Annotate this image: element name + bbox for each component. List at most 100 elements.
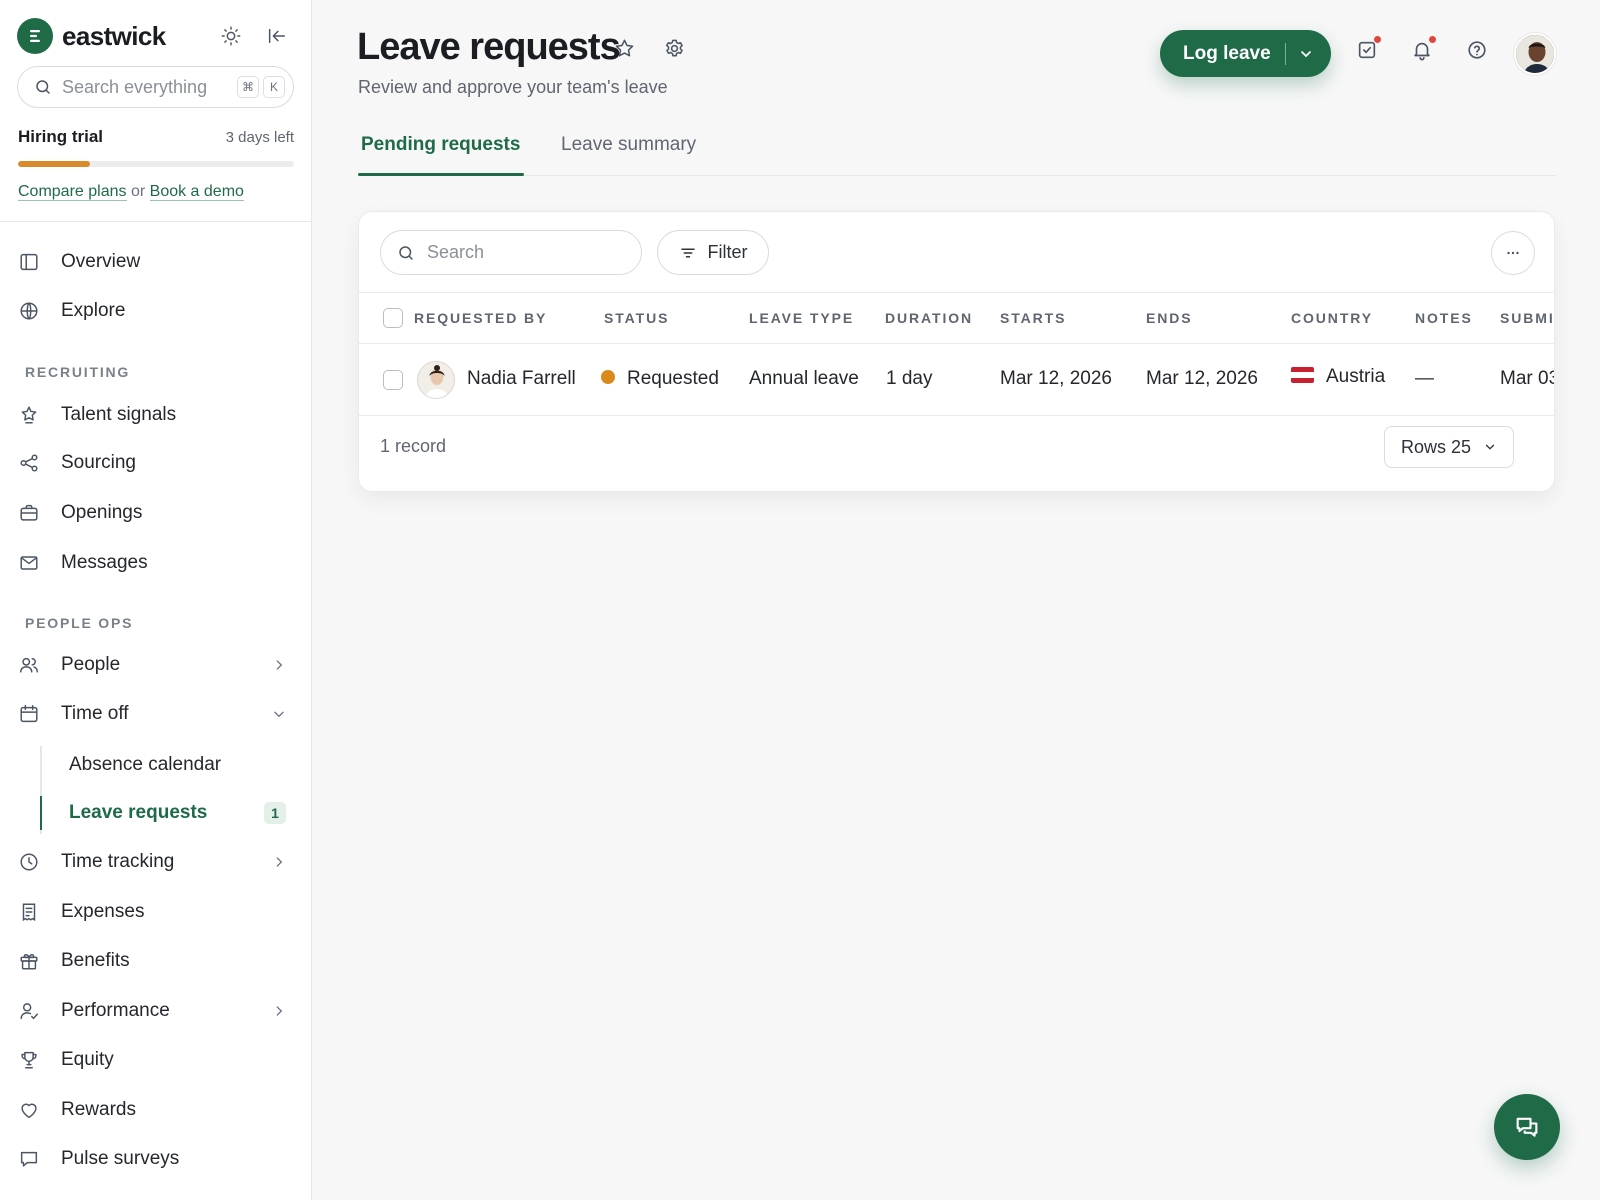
requester-avatar-image <box>418 362 454 398</box>
column-header-notes[interactable]: NOTES <box>1415 310 1473 326</box>
notes-cell: — <box>1415 368 1434 389</box>
sidebar-item-label: Rewards <box>61 1099 136 1120</box>
notifications-bell-icon[interactable] <box>1410 36 1436 62</box>
rows-per-page-select[interactable]: Rows 25 <box>1384 426 1514 468</box>
user-avatar[interactable] <box>1514 33 1556 75</box>
brand-mark-icon <box>30 30 40 42</box>
requester-name[interactable]: Nadia Farrell <box>467 368 576 390</box>
log-leave-label: Log leave <box>1183 42 1271 64</box>
column-header-ends[interactable]: ENDS <box>1146 310 1193 326</box>
split-divider <box>1284 42 1286 65</box>
select-all-checkbox[interactable] <box>383 308 403 328</box>
sidebar-item-sourcing[interactable]: Sourcing <box>18 443 294 483</box>
hiring-trial-panel: Hiring trial 3 days left Compare plans o… <box>18 127 294 201</box>
brand-logo[interactable] <box>17 18 53 54</box>
log-leave-button[interactable]: Log leave <box>1160 30 1331 77</box>
sidebar-item-label: Explore <box>61 300 126 321</box>
shortcut-k-key: K <box>263 76 285 98</box>
tab-pending-requests[interactable]: Pending requests <box>361 134 520 156</box>
column-header-country[interactable]: COUNTRY <box>1291 310 1373 326</box>
chevron-down-icon <box>274 711 284 718</box>
log-leave-dropdown[interactable] <box>1298 46 1314 62</box>
sidebar-item-label: Talent signals <box>61 404 177 425</box>
sidebar-item-people[interactable]: People <box>18 645 294 685</box>
column-header-duration[interactable]: DURATION <box>885 310 973 326</box>
heart-icon <box>21 1103 37 1119</box>
column-header-leave-type[interactable]: LEAVE TYPE <box>749 310 854 326</box>
sidebar-item-messages[interactable]: Messages <box>18 543 294 583</box>
sidebar-item-label: Time tracking <box>61 851 175 872</box>
submitted-cell: Mar 03 <box>1500 368 1555 389</box>
status-badge: Requested <box>601 368 719 390</box>
support-chat-button[interactable] <box>1494 1094 1560 1160</box>
trial-progress-fill <box>18 161 90 167</box>
filter-lines-icon <box>680 248 695 257</box>
table-row[interactable]: Nadia Farrell Requested Annual leave 1 d… <box>359 344 1555 416</box>
filter-button[interactable]: Filter <box>657 230 769 275</box>
gift-icon <box>20 954 38 970</box>
record-count: 1 record <box>380 436 447 456</box>
page-subtitle: Review and approve your team's leave <box>358 77 668 97</box>
sidebar-item-openings[interactable]: Openings <box>18 493 294 533</box>
page-settings-gear-icon[interactable] <box>662 36 686 60</box>
global-search-placeholder: Search everything <box>62 76 208 97</box>
sidebar-item-benefits[interactable]: Benefits <box>18 941 294 981</box>
trial-progress-bar <box>18 161 294 167</box>
trial-links-connector: or <box>130 183 146 200</box>
user-check-icon <box>20 1003 38 1020</box>
chevron-down-icon <box>1300 50 1311 57</box>
table-search-input[interactable]: Search <box>380 230 642 275</box>
chevron-right-icon <box>276 1006 283 1016</box>
chat-bubble-icon <box>20 1151 38 1167</box>
tab-leave-summary[interactable]: Leave summary <box>561 134 696 156</box>
collapse-sidebar-icon[interactable] <box>265 24 289 48</box>
brand-name: eastwick <box>62 20 166 51</box>
column-header-starts[interactable]: STARTS <box>1000 310 1066 326</box>
tasks-checkbox-icon[interactable] <box>1355 36 1381 62</box>
sidebar-item-label: Absence calendar <box>69 754 222 775</box>
trial-title: Hiring trial <box>18 127 104 146</box>
sidebar-item-label: Openings <box>61 502 143 523</box>
sidebar-item-expenses[interactable]: Expenses <box>18 892 294 932</box>
leave-requests-count-badge: 1 <box>264 802 286 824</box>
status-text: Requested <box>627 368 719 389</box>
requester-avatar <box>417 361 455 399</box>
more-options-button[interactable] <box>1491 231 1535 275</box>
sidebar-item-time-off[interactable]: Time off <box>18 694 294 734</box>
filter-label: Filter <box>707 242 748 262</box>
sidebar-item-time-tracking[interactable]: Time tracking <box>18 842 294 882</box>
calendar-icon <box>20 705 38 723</box>
status-dot <box>601 369 615 384</box>
sidebar-item-equity[interactable]: Equity <box>18 1040 294 1080</box>
help-question-icon[interactable] <box>1465 38 1489 62</box>
column-header-status[interactable]: STATUS <box>604 310 669 326</box>
sidebar-item-label: Performance <box>61 1000 170 1021</box>
book-demo-link[interactable]: Book a demo <box>149 183 244 201</box>
chevron-right-icon <box>276 660 283 670</box>
sidebar-item-overview[interactable]: Overview <box>18 242 294 282</box>
leave-type-cell: Annual leave <box>749 368 859 389</box>
global-search-input[interactable]: Search everything ⌘ K <box>17 66 294 108</box>
section-recruiting: RECRUITING <box>25 364 131 380</box>
sidebar-item-explore[interactable]: Explore <box>18 291 294 331</box>
table-search-placeholder: Search <box>427 242 485 262</box>
column-header-requested-by[interactable]: REQUESTED BY <box>414 310 547 326</box>
sidebar-item-pulse-surveys[interactable]: Pulse surveys <box>18 1139 294 1179</box>
users-icon <box>20 657 38 673</box>
sidebar-item-absence-calendar[interactable]: Absence calendar <box>69 747 294 783</box>
sidebar-item-performance[interactable]: Performance <box>18 991 294 1031</box>
trophy-icon <box>21 1051 37 1069</box>
row-select-checkbox[interactable] <box>383 370 403 390</box>
active-tab-indicator <box>358 173 524 176</box>
sidebar-item-leave-requests[interactable]: Leave requests 1 <box>69 795 294 831</box>
compare-plans-link[interactable]: Compare plans <box>18 183 127 201</box>
favorite-star-icon[interactable] <box>612 36 636 60</box>
sidebar-item-talent-signals[interactable]: Talent signals <box>18 395 294 435</box>
submenu-guide-line <box>40 746 42 834</box>
theme-toggle-sun-icon[interactable] <box>219 24 243 48</box>
chat-bubbles-icon <box>1516 1117 1538 1137</box>
sidebar-item-label: Expenses <box>61 901 145 922</box>
column-header-submitted[interactable]: SUBMI <box>1500 310 1554 326</box>
sidebar-item-rewards[interactable]: Rewards <box>18 1090 294 1130</box>
tab-bar: Pending requests Leave summary <box>358 126 1556 176</box>
